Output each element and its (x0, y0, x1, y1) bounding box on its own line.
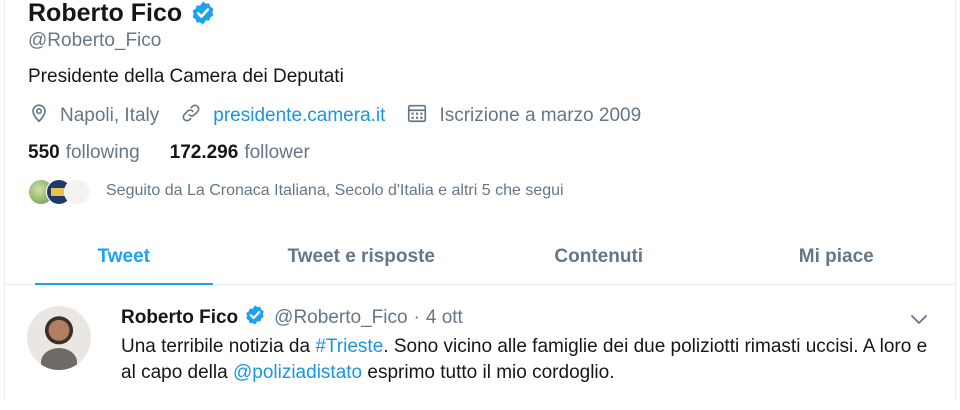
profile-website: presidente.camera.it (179, 102, 385, 130)
location-text: Napoli, Italy (60, 105, 160, 126)
tweet-handle[interactable]: @Roberto_Fico (274, 307, 407, 329)
tweet[interactable]: Roberto Fico @Roberto_Fico · 4 ott Una t… (5, 290, 955, 410)
mention-link[interactable]: @poliziadistato (233, 362, 362, 383)
tweet-text: Una terribile notizia da #Trieste. Sono … (121, 334, 931, 386)
verified-badge-icon (190, 0, 216, 26)
followed-by-text: Seguito da La Cronaca Italiana, Secolo d… (106, 182, 564, 199)
tab-tweet-e-risposte[interactable]: Tweet e risposte (243, 232, 481, 284)
followers-label: follower (244, 142, 310, 163)
tweet-author[interactable]: Roberto Fico (121, 307, 238, 329)
tweet-separator: · (413, 307, 420, 328)
link-icon (179, 102, 213, 130)
follower-avatar (64, 179, 90, 205)
tweet-text-part: esprimo tutto il mio cordoglio. (362, 362, 615, 383)
tab-contenuti[interactable]: Contenuti (480, 232, 718, 284)
hashtag-link[interactable]: #Trieste (315, 336, 383, 357)
calendar-icon (405, 102, 439, 130)
joined-text: Iscrizione a marzo 2009 (439, 105, 642, 126)
following-label: following (65, 142, 140, 163)
avatar[interactable] (27, 306, 91, 370)
profile-bio: Presidente della Camera dei Deputati (28, 66, 344, 87)
website-link[interactable]: presidente.camera.it (213, 105, 385, 127)
followers-count: 172.296 (169, 142, 239, 163)
profile-name-row: Roberto Fico (28, 0, 216, 28)
follow-stats: 550 following 172.296 follower (28, 142, 340, 164)
tweet-text-part: Una terribile notizia da (121, 336, 316, 357)
tweet-header: Roberto Fico @Roberto_Fico · 4 ott (121, 304, 463, 332)
followed-by-avatars (28, 178, 90, 205)
chevron-down-icon[interactable] (909, 312, 929, 331)
tweet-date[interactable]: 4 ott (426, 307, 463, 329)
profile-handle: @Roberto_Fico (28, 30, 162, 51)
verified-badge-icon (244, 304, 266, 332)
profile-meta-row: Napoli, Italy presidente.camera.it Iscri… (28, 102, 661, 130)
followers-link[interactable]: 172.296 follower (170, 142, 310, 164)
location-pin-icon (28, 102, 60, 130)
tab-tweet[interactable]: Tweet (5, 232, 243, 285)
following-count: 550 (28, 142, 60, 163)
profile-name: Roberto Fico (28, 0, 183, 27)
profile-location: Napoli, Italy (28, 102, 159, 130)
profile-tabs: Tweet Tweet e risposte Contenuti Mi piac… (5, 232, 955, 285)
right-border (955, 0, 956, 400)
profile-joined: Iscrizione a marzo 2009 (405, 102, 641, 130)
tab-mi-piace[interactable]: Mi piace (718, 232, 956, 284)
followed-by-row[interactable]: Seguito da La Cronaca Italiana, Secolo d… (28, 178, 564, 205)
following-link[interactable]: 550 following (28, 142, 140, 164)
